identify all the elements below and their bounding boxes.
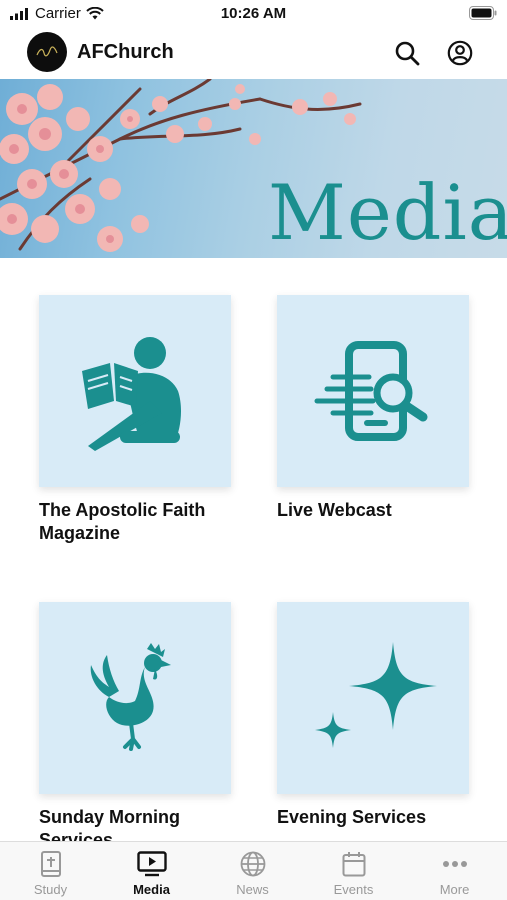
app-header: AFChurch [0, 28, 507, 78]
app-title: AFChurch [77, 41, 174, 63]
card-label: The Apostolic Faith Magazine [39, 500, 206, 543]
card-tile[interactable] [39, 295, 231, 487]
rooster-icon [90, 643, 171, 751]
tab-bar: Study Media News Events More [0, 841, 507, 900]
bible-icon [40, 851, 61, 877]
logo-script-icon [36, 46, 58, 57]
tab-label: News [236, 882, 269, 897]
tab-label: Events [333, 882, 374, 897]
status-bar: Carrier 10:26 AM [0, 0, 507, 28]
globe-icon [240, 851, 265, 877]
battery-icon [469, 6, 497, 20]
card-tile[interactable] [277, 602, 469, 794]
search-icon [395, 41, 420, 66]
tab-label: Media [133, 882, 170, 897]
account-icon [447, 40, 473, 66]
tab-label: More [439, 882, 470, 897]
card-sunday-morning-services[interactable]: Sunday Morning Services [39, 602, 269, 852]
sparkle-stars-icon [315, 642, 437, 748]
church-logo[interactable] [27, 32, 67, 72]
card-label: Live Webcast [277, 500, 392, 520]
banner-title: Media [268, 168, 507, 257]
calendar-icon [342, 852, 365, 877]
card-label: Evening Services [277, 807, 427, 827]
phone-search-icon [314, 341, 428, 441]
search-button[interactable] [392, 38, 422, 68]
tab-label: Study [33, 882, 68, 897]
tab-news[interactable]: News [202, 842, 303, 900]
tab-events[interactable]: Events [303, 842, 404, 900]
media-banner: Media [0, 79, 507, 258]
tab-more[interactable]: More [404, 842, 505, 900]
card-live-webcast[interactable]: Live Webcast [277, 295, 507, 522]
app-screen: Carrier 10:26 AM AFChurch Media The Apos… [0, 0, 507, 900]
tab-media[interactable]: Media [101, 842, 202, 900]
more-dots-icon [442, 861, 467, 867]
card-apostolic-faith-magazine[interactable]: The Apostolic Faith Magazine [39, 295, 269, 545]
status-time: 10:26 AM [220, 5, 287, 22]
card-tile[interactable] [39, 602, 231, 794]
card-evening-services[interactable]: Evening Services [277, 602, 507, 829]
card-tile[interactable] [277, 295, 469, 487]
tab-study[interactable]: Study [0, 842, 101, 900]
tv-play-icon [136, 851, 167, 877]
profile-button[interactable] [445, 38, 475, 68]
reading-person-icon [82, 337, 182, 451]
